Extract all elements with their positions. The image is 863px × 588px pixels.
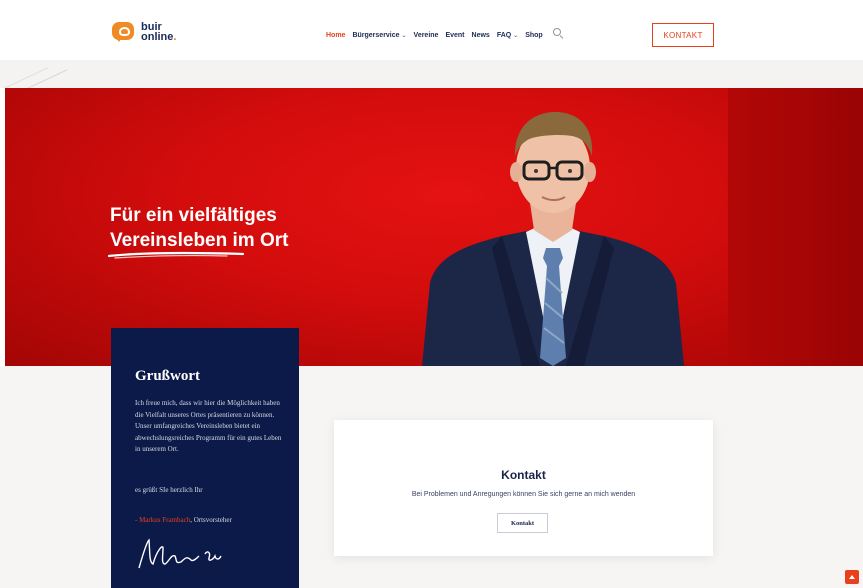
kontakt-header-button[interactable]: KONTAKT (652, 23, 714, 47)
author-role: , Ortsvorsteher (190, 516, 232, 524)
hero-banner: Für ein vielfältiges Vereinsleben im Ort (5, 88, 863, 366)
nav-item-news[interactable]: News (472, 32, 490, 39)
arrow-up-icon (849, 575, 855, 579)
contact-subtitle: Bei Problemen und Anregungen können Sie … (411, 491, 636, 498)
contact-button[interactable]: Kontakt (497, 513, 548, 533)
nav-item-buergerservice[interactable]: Bürgerservice ⌄ (352, 32, 406, 39)
author-name[interactable]: - Markus Frambach (135, 516, 190, 524)
hero-side-panel (728, 88, 863, 366)
nav-item-shop[interactable]: Shop (525, 32, 543, 39)
scroll-to-top-button[interactable] (845, 570, 859, 584)
nav-item-vereine[interactable]: Vereine (414, 32, 439, 39)
brush-underline-icon (107, 251, 245, 259)
grusswort-title: Grußwort (135, 368, 200, 384)
site-logo[interactable]: buir online. (112, 21, 177, 43)
contact-title: Kontakt (501, 468, 546, 482)
grusswort-card: Grußwort Ich freue mich, dass wir hier d… (111, 328, 299, 588)
nav-item-faq[interactable]: FAQ ⌄ (497, 32, 518, 39)
grusswort-author: - Markus Frambach, Ortsvorsteher (135, 516, 232, 524)
grusswort-greeting: es grüßt SIe herzlich Ihr (135, 486, 203, 494)
decorative-strip (0, 60, 863, 88)
chevron-down-icon: ⌄ (401, 33, 407, 39)
search-icon[interactable] (552, 28, 564, 39)
nav-item-home[interactable]: Home (326, 32, 345, 39)
site-header: buir online. Home Bürgerservice ⌄ Verein… (0, 0, 863, 60)
logo-heart-icon (112, 22, 137, 42)
logo-text: buir online. (141, 21, 177, 43)
ortsvorsteher-portrait (422, 112, 684, 366)
hero-title: Für ein vielfältiges Vereinsleben im Ort (110, 205, 289, 251)
nav-item-event[interactable]: Event (445, 32, 464, 39)
main-nav: Home Bürgerservice ⌄ Vereine Event News … (326, 28, 564, 41)
signature-icon (138, 538, 222, 569)
chevron-down-icon: ⌄ (513, 33, 519, 39)
contact-card: Kontakt Bei Problemen und Anregungen kön… (334, 420, 713, 556)
grusswort-text: Ich freue mich, dass wir hier die Möglic… (135, 399, 282, 453)
